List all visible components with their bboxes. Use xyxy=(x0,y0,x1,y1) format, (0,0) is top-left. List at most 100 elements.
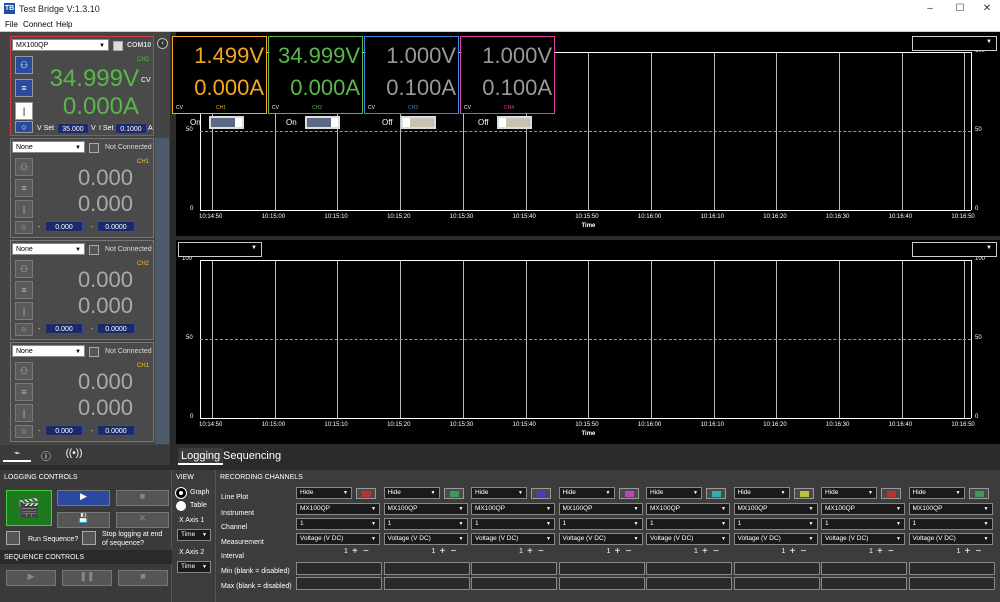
decrement-icon[interactable]: − xyxy=(888,546,894,557)
channel-select[interactable]: 1 ▼ xyxy=(383,518,468,530)
max-input[interactable] xyxy=(646,577,732,590)
vset-input[interactable]: 0.000 xyxy=(45,221,83,232)
run-sequence-checkbox[interactable] xyxy=(6,531,20,545)
line-plot-select[interactable]: Hide ▼ xyxy=(733,487,790,499)
output-toggle-icon[interactable]: | xyxy=(15,404,33,422)
signal-tab-icon[interactable]: ((•)) xyxy=(60,448,88,462)
minimize-button[interactable]: – xyxy=(915,2,945,16)
line-plot-select[interactable]: Hide ▼ xyxy=(908,487,965,499)
max-input[interactable] xyxy=(296,577,382,590)
color-swatch-button[interactable] xyxy=(881,488,901,499)
interval-value[interactable]: 1 xyxy=(519,548,523,555)
measurement-select[interactable]: Voltage (V DC) ▼ xyxy=(821,533,905,545)
menu-help[interactable]: Help xyxy=(56,20,72,29)
interval-value[interactable]: 1 xyxy=(694,548,698,555)
clapper-icon[interactable]: 🎬 xyxy=(6,490,52,526)
network-icon[interactable]: ⚇ xyxy=(15,362,33,380)
increment-icon[interactable]: + xyxy=(440,546,446,557)
menu-connect[interactable]: Connect xyxy=(23,20,53,29)
power-icon[interactable]: ○ xyxy=(15,221,33,234)
min-input[interactable] xyxy=(558,562,645,575)
min-input[interactable] xyxy=(383,562,470,575)
graph-bottom[interactable]: 10:14:50 10:15:00 10:15:10 10:15:20 10:15:30… xyxy=(176,240,1000,444)
vset-input[interactable]: 35.000 xyxy=(57,123,89,134)
power-icon[interactable]: ○ xyxy=(15,121,33,133)
channel-select[interactable]: 1 ▼ xyxy=(646,518,730,530)
menu-icon[interactable]: ≡ xyxy=(15,79,33,97)
graph-bottom-left-select[interactable]: ▼ xyxy=(178,242,262,257)
output-toggle[interactable] xyxy=(305,116,340,129)
min-input[interactable] xyxy=(646,562,732,575)
vset-input[interactable]: 0.000 xyxy=(45,425,83,436)
instrument-select[interactable]: MX100QP ▼ xyxy=(558,503,643,515)
line-plot-select[interactable]: Hide ▼ xyxy=(646,487,702,499)
menu-icon[interactable]: ≡ xyxy=(15,383,33,401)
max-input[interactable] xyxy=(908,577,995,590)
measurement-select[interactable]: Voltage (V DC) ▼ xyxy=(296,533,380,545)
min-input[interactable] xyxy=(821,562,907,575)
increment-icon[interactable]: + xyxy=(615,546,621,557)
min-input[interactable] xyxy=(733,562,820,575)
line-plot-select[interactable]: Hide ▼ xyxy=(296,487,352,499)
channel-select[interactable]: 1 ▼ xyxy=(908,518,993,530)
info-tab-icon[interactable]: ⓘ xyxy=(32,448,60,463)
maximize-button[interactable]: ☐ xyxy=(945,2,975,16)
increment-icon[interactable]: + xyxy=(527,546,533,557)
max-input[interactable] xyxy=(821,577,907,590)
collapse-icon[interactable]: ‹ xyxy=(157,38,168,49)
color-swatch-button[interactable] xyxy=(706,488,726,499)
sequence-stop-button[interactable]: ■ xyxy=(118,570,168,586)
graph-bottom-right-select[interactable]: ▼ xyxy=(912,242,997,257)
channel-card[interactable]: 1.000V 0.100A CV CH3 xyxy=(364,36,459,114)
decrement-icon[interactable]: − xyxy=(363,546,369,557)
instrument-select[interactable]: MX100QP ▼ xyxy=(908,503,993,515)
xaxis2-select[interactable]: Time ▼ xyxy=(177,561,211,573)
measurement-select[interactable]: Voltage (V DC) ▼ xyxy=(558,533,643,545)
vset-input[interactable]: 0.000 xyxy=(45,323,83,334)
play-button[interactable]: ▶ xyxy=(57,490,110,506)
edit-icon[interactable] xyxy=(89,245,99,255)
instrument-select[interactable]: None ▼ xyxy=(12,243,85,255)
line-plot-select[interactable]: Hide ▼ xyxy=(821,487,877,499)
iset-input[interactable]: 0.0000 xyxy=(97,425,135,436)
interval-value[interactable]: 1 xyxy=(607,548,611,555)
instrument-select[interactable]: MX100QP ▼ xyxy=(383,503,468,515)
channel-select[interactable]: 1 ▼ xyxy=(296,518,380,530)
output-toggle[interactable] xyxy=(401,116,436,129)
output-toggle[interactable] xyxy=(497,116,532,129)
measurement-select[interactable]: Voltage (V DC) ▼ xyxy=(471,533,555,545)
tab-sequencing[interactable]: Sequencing xyxy=(220,448,284,465)
channel-select[interactable]: 1 ▼ xyxy=(471,518,555,530)
iset-input[interactable]: 0.1000 xyxy=(115,123,147,134)
channel-card[interactable]: 34.999V 0.000A CV CH2 xyxy=(268,36,363,114)
interval-value[interactable]: 1 xyxy=(344,548,348,555)
decrement-icon[interactable]: − xyxy=(801,546,807,557)
channel-card[interactable]: 1.000V 0.100A CV CH4 xyxy=(460,36,555,114)
save-button[interactable]: 💾 xyxy=(57,512,110,528)
instrument-select[interactable]: MX100QP ▼ xyxy=(646,503,730,515)
device-scroll-strip[interactable] xyxy=(155,138,169,444)
decrement-icon[interactable]: − xyxy=(626,546,632,557)
instrument-select[interactable]: None ▼ xyxy=(12,345,85,357)
max-input[interactable] xyxy=(471,577,557,590)
close-button[interactable]: ✕ xyxy=(972,2,1000,16)
output-toggle[interactable] xyxy=(209,116,244,129)
min-input[interactable] xyxy=(908,562,995,575)
pulse-tab-icon[interactable]: ⌁ xyxy=(3,448,31,462)
line-plot-select[interactable]: Hide ▼ xyxy=(471,487,527,499)
clear-button[interactable]: ✕ xyxy=(116,512,169,528)
table-radio[interactable] xyxy=(176,501,186,511)
decrement-icon[interactable]: − xyxy=(976,546,982,557)
power-icon[interactable]: ○ xyxy=(15,323,33,336)
graph-top-right-select[interactable]: ▼ xyxy=(912,36,997,51)
channel-select[interactable]: 1 ▼ xyxy=(558,518,643,530)
color-swatch-button[interactable] xyxy=(356,488,376,499)
iset-input[interactable]: 0.0000 xyxy=(97,221,135,232)
max-input[interactable] xyxy=(383,577,470,590)
sequence-play-button[interactable]: ▶ xyxy=(6,570,56,586)
menu-file[interactable]: File xyxy=(5,20,18,29)
channel-select[interactable]: 1 ▼ xyxy=(733,518,818,530)
decrement-icon[interactable]: − xyxy=(538,546,544,557)
channel-card[interactable]: 1.499V 0.000A CV CH1 xyxy=(172,36,267,114)
color-swatch-button[interactable] xyxy=(531,488,551,499)
